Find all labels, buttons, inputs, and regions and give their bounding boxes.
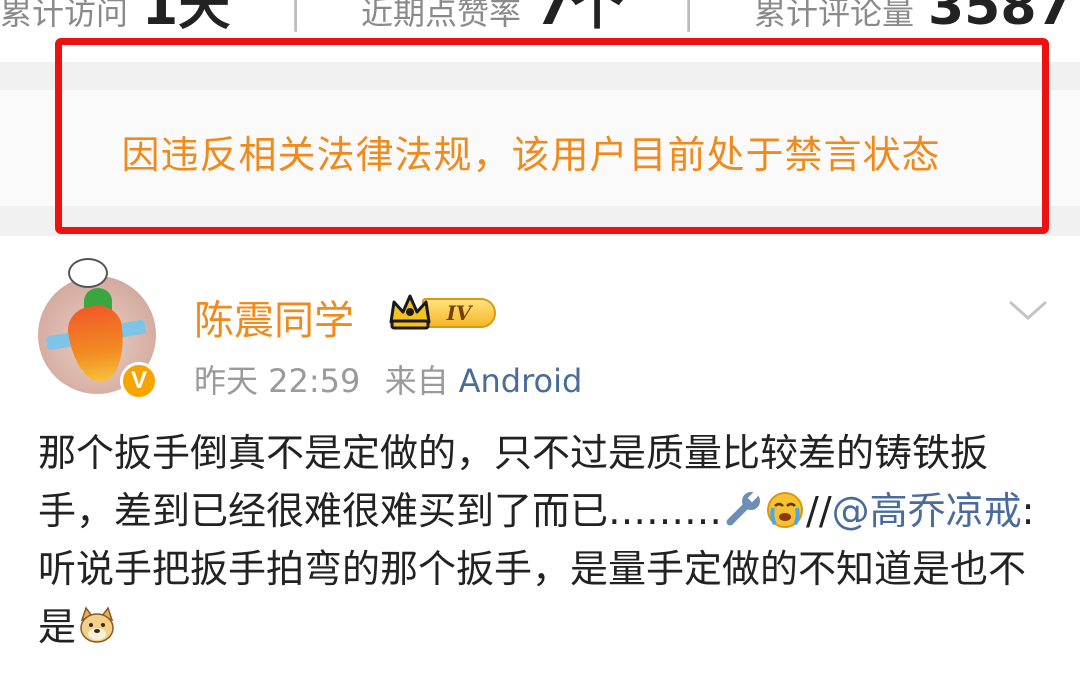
post-meta: 昨天 22:59 来自 Android <box>194 356 582 402</box>
post-author-name[interactable]: 陈震同学 <box>194 288 354 346</box>
verified-badge: V <box>120 362 158 400</box>
chevron-down-icon[interactable] <box>1006 296 1050 324</box>
profile-stats-strip: 累计访问 1天 | 近期点赞率 7个 | 累计评论量 3587 <box>0 0 1080 38</box>
avatar-bunny-decoration <box>68 258 108 288</box>
post-source[interactable]: Android <box>459 362 583 400</box>
stat-value: 3587 <box>927 0 1073 37</box>
mention-link[interactable]: @高乔凉戒 <box>832 489 1022 533</box>
section-divider <box>0 206 1080 236</box>
crown-icon <box>389 294 431 330</box>
member-level-badge[interactable]: IV <box>388 292 500 332</box>
section-divider <box>0 62 1080 90</box>
avatar[interactable]: V <box>38 258 162 400</box>
avatar-carrot <box>64 302 130 386</box>
weibo-post[interactable]: V 陈震同学 IV 昨天 22:59 来自 Android 那个扳手倒真不是定做的… <box>0 236 1080 693</box>
crying-emoji-icon <box>767 492 804 528</box>
stat-label: 近期点赞率 <box>360 0 521 32</box>
ban-notice-box: 因违反相关法律法规，该用户目前处于禁言状态 <box>0 90 1080 207</box>
stat-divider: | <box>290 0 301 32</box>
stat-label: 累计评论量 <box>753 0 914 32</box>
ban-notice-text: 因违反相关法律法规，该用户目前处于禁言状态 <box>121 133 941 177</box>
post-source-prefix: 来自 <box>384 362 449 400</box>
stat-divider: | <box>683 0 694 32</box>
stat-value: 7个 <box>535 0 624 37</box>
level-pill: IV <box>422 298 496 328</box>
post-time: 昨天 22:59 <box>194 362 361 400</box>
stat-label: 累计访问 <box>0 0 129 32</box>
repost-separator: // <box>806 489 832 533</box>
post-body: 那个扳手倒真不是定做的，只不过是质量比较差的铸铁扳手，差到已经很难很难买到了而已… <box>38 424 1038 656</box>
wrench-emoji-icon <box>726 491 761 526</box>
stat-value: 1天 <box>142 0 231 37</box>
doge-emoji-icon <box>80 606 114 643</box>
